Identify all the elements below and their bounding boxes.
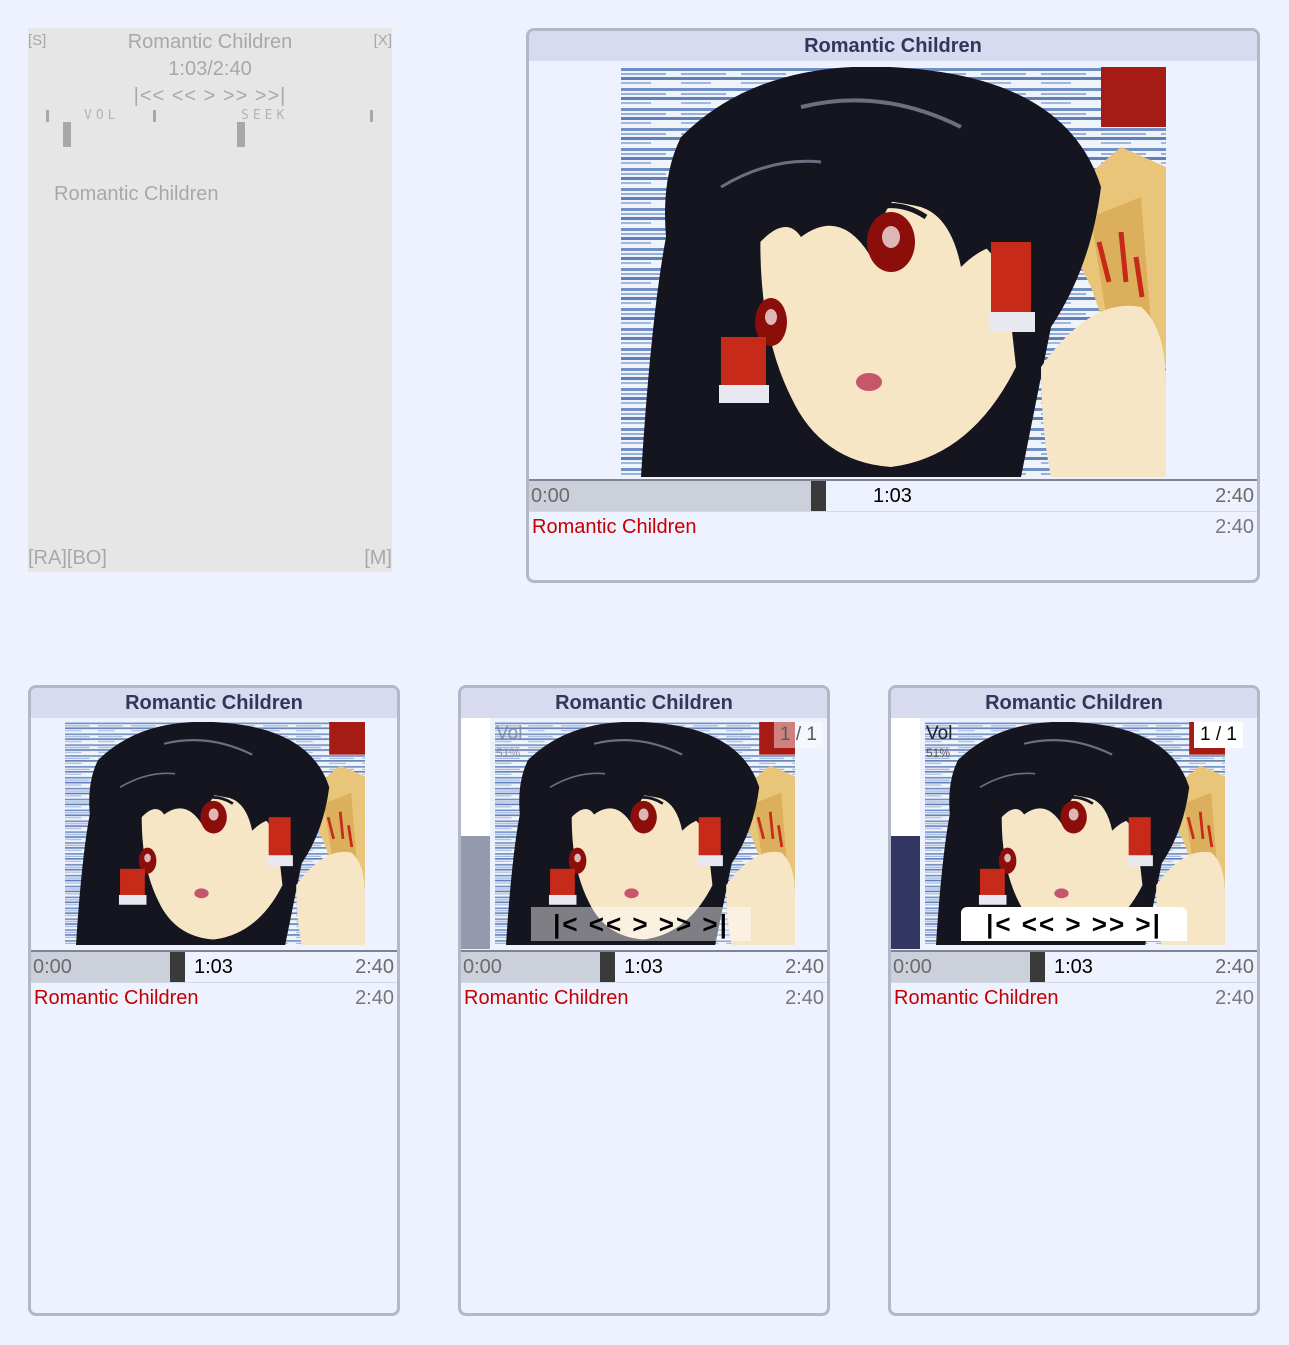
time-start: 0:00 bbox=[463, 956, 502, 978]
volume-fill bbox=[891, 836, 920, 949]
volume-label: VOL bbox=[84, 108, 120, 123]
track-name: Romantic Children bbox=[34, 987, 199, 1009]
simple-player: [S] [X] Romantic Children 1:03/2:40 |<< … bbox=[28, 28, 392, 572]
player-small-3: Romantic Children Vol 51% 1 / 1 |< << > … bbox=[888, 685, 1260, 1316]
seek-bar[interactable]: 0:00 1:03 2:40 bbox=[461, 950, 827, 983]
playlist-item[interactable]: Romantic Children 2:40 bbox=[464, 983, 824, 1013]
seek-fill bbox=[529, 481, 811, 511]
cover-art bbox=[65, 722, 365, 945]
volume-bar[interactable] bbox=[461, 718, 490, 949]
player-large: Romantic Children 0:00 1:03 2:40 Romanti… bbox=[526, 28, 1260, 583]
time-end: 2:40 bbox=[355, 956, 394, 978]
volume-percent: 51% bbox=[496, 746, 521, 760]
player-title: Romantic Children bbox=[891, 688, 1257, 718]
simple-controls[interactable]: |<< << > >> >>| bbox=[28, 84, 392, 108]
track-counter: 1 / 1 bbox=[774, 722, 823, 748]
seek-handle[interactable] bbox=[811, 481, 826, 511]
volume-label: Vol bbox=[496, 723, 523, 744]
seek-handle[interactable] bbox=[170, 952, 185, 982]
volume-left-tick bbox=[46, 110, 49, 122]
time-current: 1:03 bbox=[1054, 956, 1093, 978]
time-current: 1:03 bbox=[194, 956, 233, 978]
seek-handle[interactable] bbox=[1030, 952, 1045, 982]
playlist-item[interactable]: Romantic Children 2:40 bbox=[894, 983, 1254, 1013]
track-name: Romantic Children bbox=[894, 987, 1059, 1009]
volume-bar[interactable] bbox=[891, 718, 920, 949]
seek-bar[interactable]: 0:00 1:03 2:40 bbox=[891, 950, 1257, 983]
time-end: 2:40 bbox=[785, 956, 824, 978]
simple-title: Romantic Children bbox=[127, 31, 293, 53]
player-title: Romantic Children bbox=[31, 688, 397, 718]
time-current: 1:03 bbox=[873, 485, 912, 507]
playlist-item[interactable]: Romantic Children 2:40 bbox=[532, 512, 1254, 542]
track-counter: 1 / 1 bbox=[1194, 722, 1243, 748]
track-duration: 2:40 bbox=[355, 987, 394, 1009]
mode-button[interactable]: [M] bbox=[364, 546, 392, 570]
simple-time: 1:03/2:40 bbox=[168, 58, 252, 80]
track-duration: 2:40 bbox=[1215, 987, 1254, 1009]
time-start: 0:00 bbox=[531, 485, 570, 507]
time-end: 2:40 bbox=[1215, 956, 1254, 978]
time-start: 0:00 bbox=[33, 956, 72, 978]
track-duration: 2:40 bbox=[1215, 516, 1254, 538]
player-small-2: Romantic Children Vol 51% 1 / 1 |< << > … bbox=[458, 685, 830, 1316]
time-end: 2:40 bbox=[1215, 485, 1254, 507]
volume-right-tick bbox=[153, 110, 156, 122]
seek-bar[interactable]: 0:00 1:03 2:40 bbox=[529, 479, 1257, 512]
track-name: Romantic Children bbox=[464, 987, 629, 1009]
volume-percent: 51% bbox=[926, 746, 951, 760]
track-name: Romantic Children bbox=[532, 516, 697, 538]
player-title: Romantic Children bbox=[529, 31, 1257, 61]
playback-controls[interactable]: |< << > >> >| bbox=[531, 907, 751, 941]
time-start: 0:00 bbox=[893, 956, 932, 978]
volume-label: Vol bbox=[926, 723, 953, 744]
seek-label: SEEK bbox=[241, 108, 289, 123]
time-current: 1:03 bbox=[624, 956, 663, 978]
player-title: Romantic Children bbox=[461, 688, 827, 718]
volume-slider-knob[interactable] bbox=[63, 122, 71, 147]
simple-track[interactable]: Romantic Children bbox=[54, 182, 219, 206]
playlist-item[interactable]: Romantic Children 2:40 bbox=[34, 983, 394, 1013]
seek-bar[interactable]: 0:00 1:03 2:40 bbox=[31, 950, 397, 983]
cover-art bbox=[621, 67, 1166, 477]
seek-slider-knob[interactable] bbox=[237, 122, 245, 147]
volume-fill bbox=[461, 836, 490, 949]
seek-right-tick bbox=[370, 110, 373, 122]
playback-controls[interactable]: |< << > >> >| bbox=[961, 907, 1187, 941]
track-duration: 2:40 bbox=[785, 987, 824, 1009]
repeat-button[interactable]: [RA][BO] bbox=[28, 546, 107, 570]
seek-handle[interactable] bbox=[600, 952, 615, 982]
player-small-1: Romantic Children 0:00 1:03 2:40 Romanti… bbox=[28, 685, 400, 1316]
